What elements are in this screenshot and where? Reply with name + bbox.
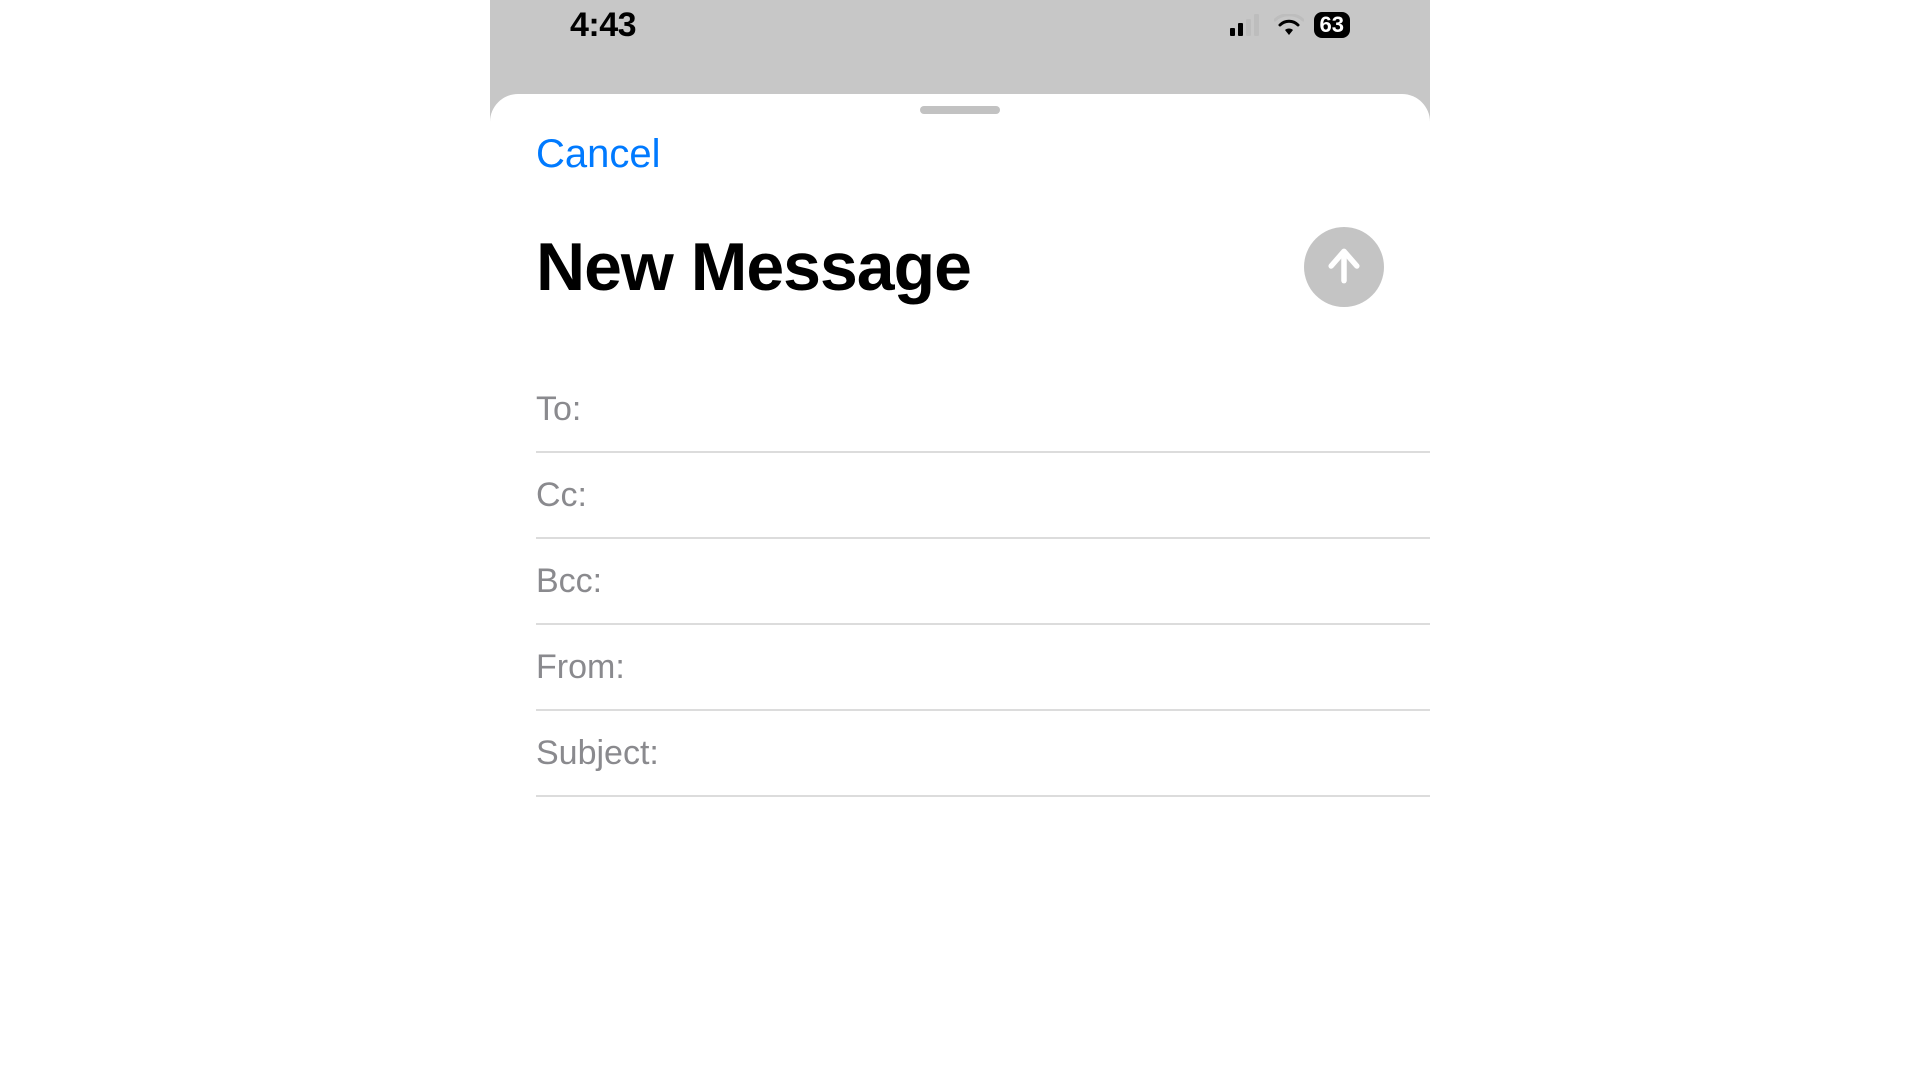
from-field-row[interactable]: From:: [536, 625, 1430, 711]
cancel-button[interactable]: Cancel: [536, 132, 661, 177]
status-time: 4:43: [570, 6, 636, 45]
status-bar: 4:43 63: [490, 0, 1430, 50]
battery-indicator: 63: [1314, 12, 1350, 38]
cc-label: Cc:: [536, 476, 587, 515]
subject-input[interactable]: [671, 711, 1430, 795]
cc-field-row[interactable]: Cc:: [536, 453, 1430, 539]
to-field-row[interactable]: To:: [536, 367, 1430, 453]
to-label: To:: [536, 390, 581, 429]
page-title: New Message: [536, 228, 971, 306]
arrow-up-icon: [1322, 244, 1366, 291]
sheet-grabber[interactable]: [920, 106, 1000, 114]
cc-input[interactable]: [599, 453, 1430, 537]
send-button[interactable]: [1304, 227, 1384, 307]
phone-frame: 4:43 63: [490, 0, 1430, 1080]
to-input[interactable]: [593, 367, 1430, 451]
subject-field-row[interactable]: Subject:: [536, 711, 1430, 797]
from-input[interactable]: [637, 625, 1430, 709]
compose-sheet: Cancel New Message To:: [490, 94, 1430, 1080]
bcc-label: Bcc:: [536, 562, 602, 601]
bcc-field-row[interactable]: Bcc:: [536, 539, 1430, 625]
wifi-icon: [1274, 6, 1304, 45]
cellular-icon: [1230, 6, 1264, 45]
bcc-input[interactable]: [614, 539, 1430, 623]
subject-label: Subject:: [536, 734, 659, 773]
from-label: From:: [536, 648, 625, 687]
